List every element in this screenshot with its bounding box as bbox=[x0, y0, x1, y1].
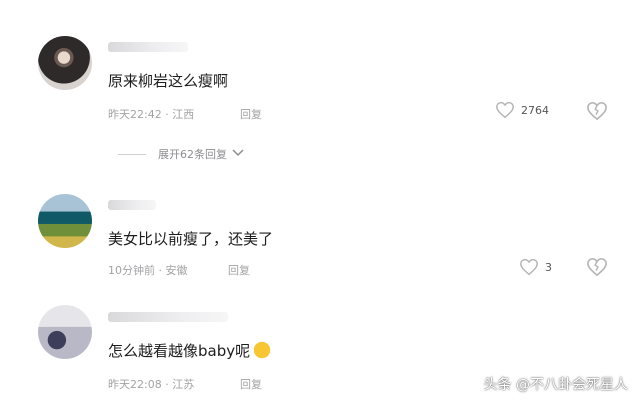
like-count: 2764 bbox=[521, 103, 549, 117]
dislike-button[interactable] bbox=[586, 101, 608, 125]
dislike-button[interactable] bbox=[586, 257, 608, 281]
reply-button[interactable]: 回复 bbox=[240, 106, 262, 122]
comment-meta: 昨天22:08 · 江苏 bbox=[108, 378, 195, 391]
username-blurred[interactable] bbox=[108, 200, 156, 210]
broken-heart-icon bbox=[586, 101, 608, 125]
username-blurred[interactable] bbox=[108, 312, 228, 322]
comment-text: 怎么越看越像baby呢 bbox=[108, 340, 273, 361]
reply-button[interactable]: 回复 bbox=[240, 376, 262, 392]
reply-button[interactable]: 回复 bbox=[228, 262, 250, 278]
like-button[interactable]: 2764 bbox=[495, 101, 549, 119]
broken-heart-icon bbox=[586, 257, 608, 281]
avatar[interactable] bbox=[38, 194, 92, 248]
expand-replies-button[interactable]: 展开62条回复 bbox=[118, 146, 245, 162]
divider-line bbox=[118, 153, 146, 155]
expand-replies-label: 展开62条回复 bbox=[158, 148, 227, 161]
comment-text-content: 怎么越看越像baby呢 bbox=[108, 342, 251, 360]
heart-icon bbox=[519, 258, 539, 276]
avatar[interactable] bbox=[38, 36, 92, 90]
avatar[interactable] bbox=[38, 305, 92, 359]
heart-icon bbox=[495, 101, 515, 119]
comment-meta: 10分钟前 · 安徽 bbox=[108, 264, 188, 277]
laughing-crying-emoji-icon bbox=[252, 341, 273, 359]
comment-text: 美女比以前瘦了，还美了 bbox=[108, 230, 274, 248]
like-button[interactable]: 3 bbox=[519, 258, 552, 276]
comment-text: 原来柳岩这么瘦啊 bbox=[108, 72, 229, 90]
comment-meta: 昨天22:42 · 江西 bbox=[108, 108, 195, 121]
username-blurred[interactable] bbox=[108, 42, 188, 52]
watermark: 头条 @不八卦会死星人 bbox=[483, 377, 628, 393]
chevron-down-icon bbox=[231, 148, 245, 161]
like-count: 3 bbox=[545, 260, 552, 274]
